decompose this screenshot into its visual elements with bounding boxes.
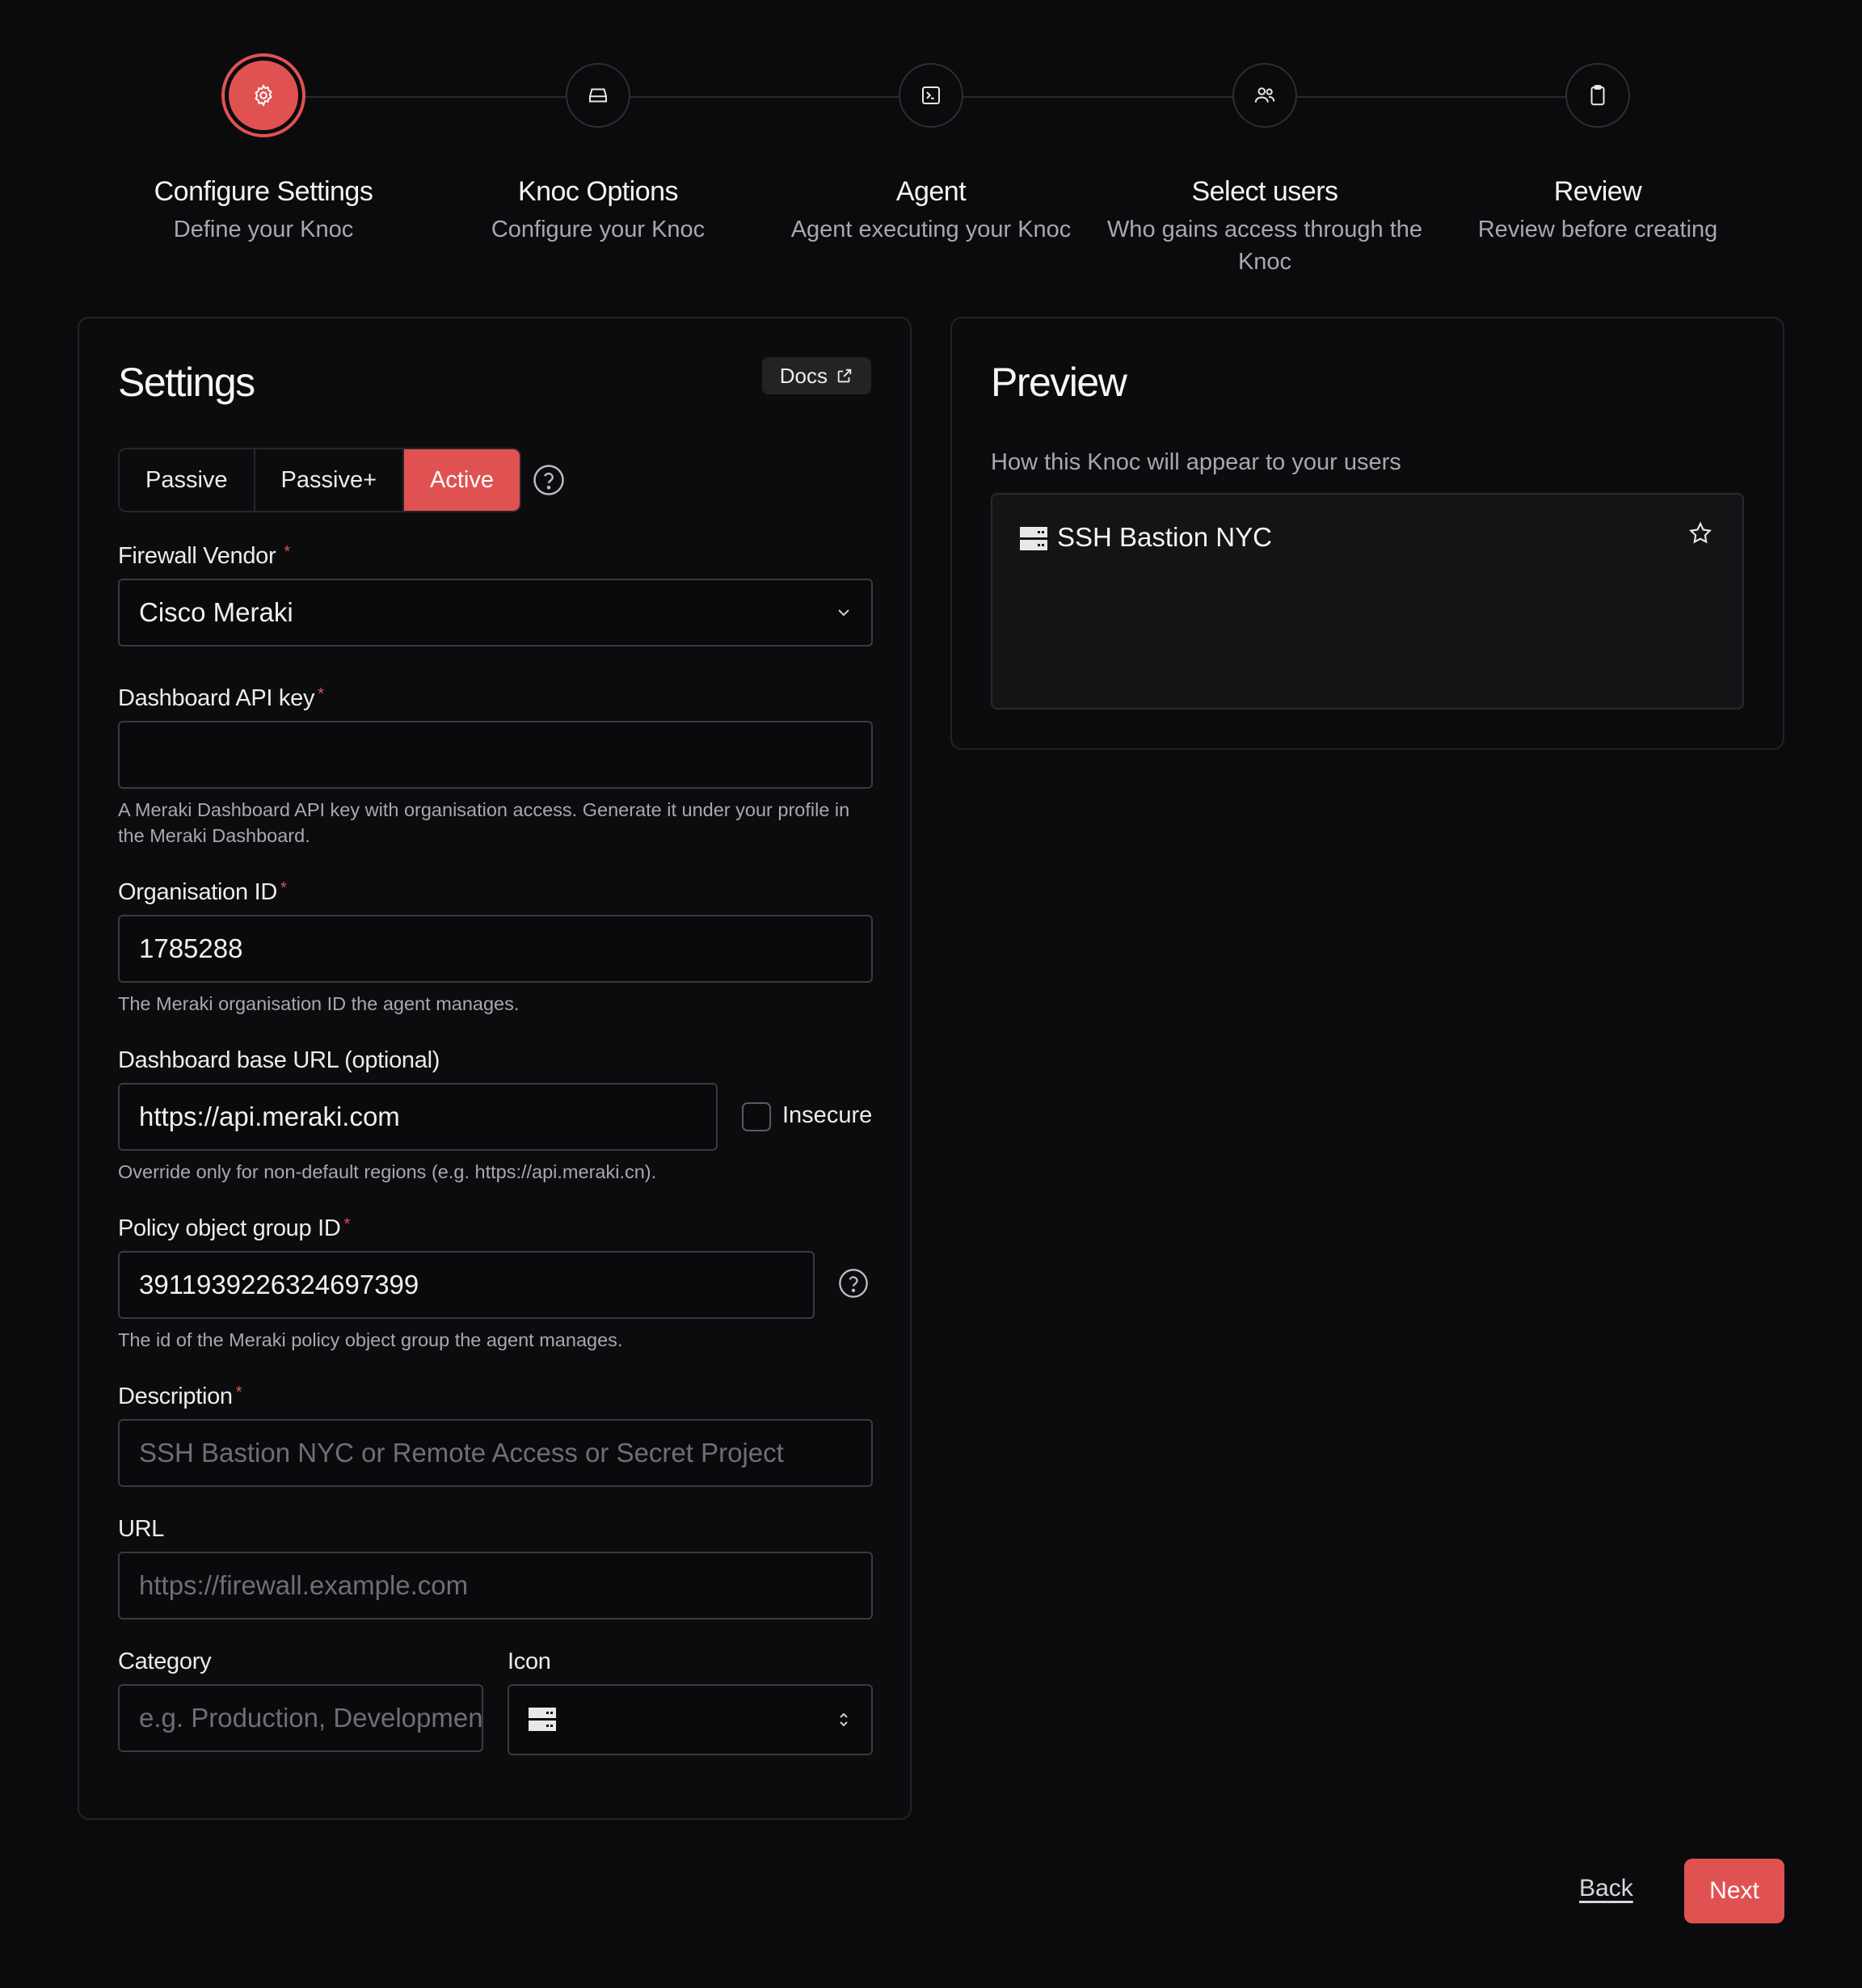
chevron-updown-icon	[840, 1712, 848, 1727]
icon-label: Icon	[508, 1649, 551, 1674]
docs-button[interactable]: Docs	[761, 357, 871, 394]
step-subtitle: Agent executing your Knoc	[790, 217, 1072, 242]
settings-title: Settings	[118, 360, 255, 405]
org-id-hint: The Meraki organisation ID the agent man…	[118, 993, 520, 1014]
description-input[interactable]: SSH Bastion NYC or Remote Access or Secr…	[118, 1419, 873, 1487]
policy-group-input[interactable]: 3911939226324697399	[118, 1251, 815, 1319]
help-icon[interactable]	[532, 463, 566, 497]
policy-group-hint: The id of the Meraki policy object group…	[118, 1329, 623, 1350]
external-link-icon	[837, 369, 852, 383]
base-url-hint: Override only for non-default regions (e…	[118, 1161, 657, 1182]
step-title: Select users	[1191, 176, 1338, 207]
insecure-checkbox[interactable]	[742, 1102, 771, 1131]
base-url-label: Dashboard base URL (optional)	[118, 1047, 440, 1073]
step-circle	[1232, 63, 1297, 128]
step-circle-active	[225, 57, 302, 134]
step-title: Review	[1553, 176, 1642, 207]
base-url-input[interactable]: https://api.meraki.com	[118, 1083, 718, 1151]
preview-title: Preview	[991, 360, 1127, 405]
server-icon	[529, 1708, 556, 1731]
clipboard-icon	[1590, 85, 1605, 106]
step-circle	[1565, 63, 1630, 128]
star-icon[interactable]	[1687, 520, 1713, 546]
step-title: Knoc Options	[517, 176, 679, 207]
api-key-hint: A Meraki Dashboard API key with organisa…	[118, 799, 850, 846]
category-label: Category	[118, 1649, 212, 1674]
org-id-input[interactable]: 1785288	[118, 915, 873, 983]
step-subtitle: Who gains access through the Knoc	[1106, 217, 1423, 275]
back-button[interactable]: Back	[1579, 1875, 1633, 1902]
preview-subtitle: How this Knoc will appear to your users	[991, 449, 1401, 475]
settings-panel: Settings Docs Passive Passive+ Active Fi…	[78, 317, 912, 1820]
category-input[interactable]: e.g. Production, Development	[118, 1684, 483, 1752]
users-icon	[1254, 87, 1275, 103]
gear-icon	[255, 84, 272, 107]
preview-card[interactable]: SSH Bastion NYC	[991, 493, 1744, 710]
icon-select[interactable]	[508, 1684, 873, 1755]
url-input[interactable]: https://firewall.example.com	[118, 1552, 873, 1619]
step-title: Configure Settings	[154, 176, 373, 207]
preview-card-name: SSH Bastion NYC	[1057, 522, 1272, 552]
mode-selector: Passive Passive+ Active	[118, 448, 522, 512]
preview-panel: Preview How this Knoc will appear to you…	[950, 317, 1784, 750]
api-key-input[interactable]	[118, 721, 873, 789]
step-title: Agent	[895, 176, 967, 207]
step-circle	[899, 63, 963, 128]
firewall-vendor-select[interactable]: Cisco Meraki	[118, 579, 873, 647]
help-icon[interactable]	[837, 1267, 870, 1299]
next-button[interactable]: Next	[1684, 1859, 1784, 1923]
step-subtitle: Configure your Knoc	[491, 217, 706, 242]
server-icon	[1020, 527, 1047, 550]
mode-passive-plus-button[interactable]: Passive+	[255, 449, 405, 511]
docs-label: Docs	[779, 363, 828, 388]
step-subtitle: Review before creating	[1477, 217, 1718, 242]
firewall-vendor-value: Cisco Meraki	[139, 597, 293, 627]
mode-active-button[interactable]: Active	[404, 449, 520, 511]
drive-icon	[589, 88, 607, 103]
description-label: Description *	[118, 1384, 242, 1409]
mode-passive-button[interactable]: Passive	[120, 449, 255, 511]
terminal-icon	[922, 86, 940, 104]
insecure-label: Insecure	[782, 1102, 873, 1128]
policy-group-label: Policy object group ID *	[118, 1215, 350, 1241]
firewall-vendor-label: Firewall Vendor *	[118, 543, 290, 569]
url-label: URL	[118, 1516, 165, 1542]
chevron-down-icon	[838, 609, 849, 617]
step-subtitle: Define your Knoc	[173, 217, 354, 242]
stepper: Configure Settings Define your Knoc Knoc…	[0, 0, 1862, 291]
api-key-label: Dashboard API key *	[118, 685, 324, 711]
org-id-label: Organisation ID *	[118, 879, 287, 905]
step-circle	[566, 63, 630, 128]
